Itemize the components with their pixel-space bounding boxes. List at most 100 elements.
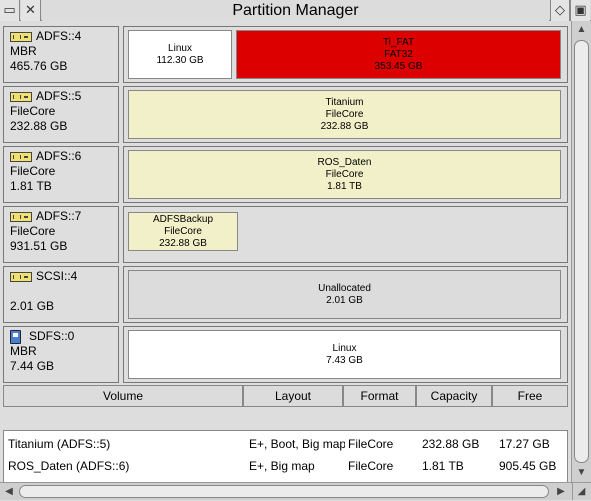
partition-name: Unallocated [318, 282, 371, 294]
disk-size: 931.51 GB [10, 239, 68, 253]
table-header: Volume Layout Format Capacity Free [3, 385, 568, 407]
disk-name: ADFS::6 [36, 149, 82, 163]
cell-format: FileCore [348, 437, 394, 451]
disk-row: ADFS::7 FileCore 931.51 GB ADFSBackup Fi… [3, 206, 568, 263]
partition-block[interactable]: ROS_Daten FileCore 1.81 TB [128, 150, 561, 199]
horizontal-scroll-thumb[interactable] [19, 485, 549, 498]
partition-map: Unallocated 2.01 GB [123, 266, 568, 323]
partition-block[interactable]: Titanium FileCore 232.88 GB [128, 90, 561, 139]
scroll-left-icon[interactable]: ◀ [0, 483, 18, 500]
partition-size: 232.88 GB [159, 237, 207, 249]
disk-label[interactable]: ADFS::7 FileCore 931.51 GB [3, 206, 119, 263]
work-area: ADFS::4 MBR 465.76 GB Linux 112.30 GB Ti… [0, 21, 571, 500]
title-bar[interactable]: ▭ ✕ Partition Manager ◇ ▣ [0, 0, 591, 21]
toggle-size-icon[interactable]: ▣ [570, 0, 590, 21]
column-header-free[interactable]: Free [492, 385, 568, 407]
partition-format: FileCore [325, 108, 364, 120]
back-icon[interactable]: ▭ [0, 0, 20, 21]
partition-name: Titanium [325, 96, 364, 108]
cell-free: 905.45 GB [499, 459, 557, 473]
close-icon[interactable]: ✕ [21, 0, 41, 21]
disk-label[interactable]: SCSI::4 2.01 GB [3, 266, 119, 323]
scroll-down-icon[interactable]: ▼ [572, 464, 591, 482]
partition-format: FileCore [164, 225, 202, 237]
disk-name: ADFS::7 [36, 209, 82, 223]
disk-size: 1.81 TB [10, 179, 52, 193]
disk-scheme: MBR [10, 44, 37, 58]
column-header-volume[interactable]: Volume [3, 385, 243, 407]
disk-row: ADFS::5 FileCore 232.88 GB Titanium File… [3, 86, 568, 143]
partition-size: 112.30 GB [156, 54, 204, 66]
hard-disk-icon [10, 271, 32, 282]
disk-scheme: FileCore [10, 104, 56, 118]
disk-size: 2.01 GB [10, 299, 55, 313]
partition-name: Linux [168, 42, 192, 54]
scroll-up-icon[interactable]: ▲ [572, 21, 591, 39]
partition-name: Ti_FAT [382, 36, 415, 48]
partition-size: 232.88 GB [320, 120, 369, 132]
disk-label[interactable]: ADFS::6 FileCore 1.81 TB [3, 146, 119, 203]
disk-row: SDFS::0 MBR 7.44 GB Linux 7.43 GB [3, 326, 568, 383]
partition-size: 353.45 GB [374, 60, 423, 72]
disk-name: SDFS::0 [29, 329, 75, 343]
disk-name: SCSI::4 [36, 269, 78, 283]
disk-label[interactable]: ADFS::5 FileCore 232.88 GB [3, 86, 119, 143]
disk-scheme: FileCore [10, 164, 56, 178]
hard-disk-icon [10, 91, 32, 102]
iconise-icon[interactable]: ◇ [550, 0, 570, 21]
hard-disk-icon [10, 151, 32, 162]
horizontal-scrollbar[interactable]: ◀ ▶ ◢ [0, 482, 591, 500]
cell-layout: E+, Big map [249, 459, 315, 473]
disk-row: SCSI::4 2.01 GB Unallocated 2.01 GB [3, 266, 568, 323]
disk-size: 465.76 GB [10, 59, 68, 73]
partition-block[interactable]: Ti_FAT FAT32 353.45 GB [236, 30, 561, 79]
disk-name: ADFS::4 [36, 29, 82, 43]
cell-capacity: 232.88 GB [422, 437, 480, 451]
partition-block[interactable]: ADFSBackup FileCore 232.88 GB [128, 212, 238, 251]
partition-map: Titanium FileCore 232.88 GB [123, 86, 568, 143]
partition-name: ADFSBackup [152, 213, 214, 225]
column-header-layout[interactable]: Layout [243, 385, 343, 407]
cell-layout: E+, Boot, Big map [249, 437, 345, 451]
partition-map: Linux 7.43 GB [123, 326, 568, 383]
disk-name: ADFS::5 [36, 89, 82, 103]
scroll-right-icon[interactable]: ▶ [552, 483, 570, 500]
vertical-scroll-thumb[interactable] [574, 40, 589, 463]
cell-capacity: 1.81 TB [422, 459, 464, 473]
window-title[interactable]: Partition Manager [42, 0, 549, 21]
hard-disk-icon [10, 211, 32, 222]
partition-size: 2.01 GB [326, 294, 363, 306]
cell-volume: ROS_Daten (ADFS::6) [8, 459, 130, 473]
disk-row: ADFS::6 FileCore 1.81 TB ROS_Daten FileC… [3, 146, 568, 203]
disk-label[interactable]: ADFS::4 MBR 465.76 GB [3, 26, 119, 83]
sd-card-icon [10, 329, 21, 344]
partition-map: ADFSBackup FileCore 232.88 GB [123, 206, 568, 263]
table-row[interactable]: ROS_Daten (ADFS::6) E+, Big map FileCore… [4, 455, 567, 477]
disk-label[interactable]: SDFS::0 MBR 7.44 GB [3, 326, 119, 383]
vertical-scrollbar[interactable]: ▲ ▼ [571, 21, 591, 482]
disk-scheme: MBR [10, 344, 37, 358]
partition-size: 7.43 GB [326, 354, 363, 366]
partition-block[interactable]: Linux 7.43 GB [128, 330, 561, 379]
resize-icon[interactable]: ◢ [572, 483, 590, 500]
partition-name: Linux [332, 342, 357, 354]
disk-row: ADFS::4 MBR 465.76 GB Linux 112.30 GB Ti… [3, 26, 568, 83]
disk-size: 7.44 GB [10, 359, 55, 373]
cell-volume: Titanium (ADFS::5) [8, 437, 111, 451]
partition-format: FileCore [325, 168, 364, 180]
column-header-format[interactable]: Format [343, 385, 416, 407]
table-row[interactable]: Titanium (ADFS::5) E+, Boot, Big map Fil… [4, 433, 567, 455]
partition-block[interactable]: Linux 112.30 GB [128, 30, 232, 79]
disk-scheme [10, 284, 118, 299]
column-header-capacity[interactable]: Capacity [416, 385, 492, 407]
cell-format: FileCore [348, 459, 394, 473]
partition-name: ROS_Daten [317, 156, 372, 168]
partition-map: ROS_Daten FileCore 1.81 TB [123, 146, 568, 203]
partition-block[interactable]: Unallocated 2.01 GB [128, 270, 561, 319]
partition-format: FAT32 [384, 48, 413, 60]
disk-scheme: FileCore [10, 224, 56, 238]
hard-disk-icon [10, 31, 32, 42]
cell-free: 17.27 GB [499, 437, 550, 451]
partition-map: Linux 112.30 GB Ti_FAT FAT32 353.45 GB [123, 26, 568, 83]
partition-size: 1.81 TB [327, 180, 362, 192]
